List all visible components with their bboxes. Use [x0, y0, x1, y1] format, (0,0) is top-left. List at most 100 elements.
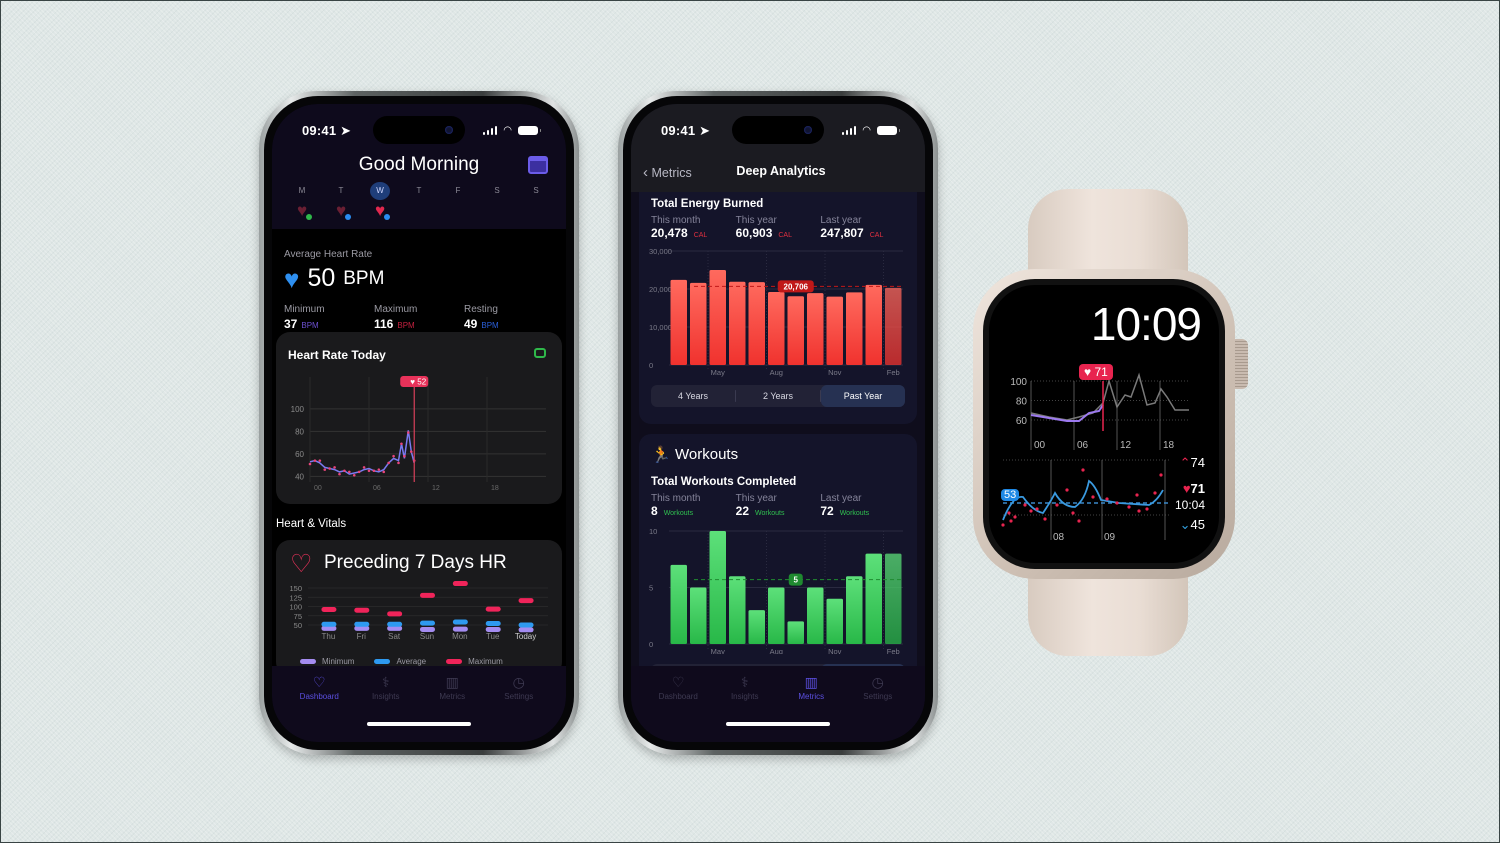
- x-tick-label: Nov: [828, 368, 842, 377]
- signal-icon: [841, 126, 857, 135]
- bar: [709, 531, 726, 644]
- bar: [670, 564, 687, 644]
- home-indicator[interactable]: [367, 722, 471, 726]
- hr-point: [323, 468, 327, 471]
- bar-chart-icon: ▥: [445, 674, 459, 690]
- tab-dashboard[interactable]: ♡ Dashboard: [648, 674, 708, 742]
- watch-hr-badge: ♥ 71: [1079, 364, 1113, 380]
- y-tick-label: 30,000: [649, 247, 672, 256]
- bar: [787, 621, 804, 644]
- battery-icon: [877, 126, 900, 135]
- watch-low: ⌄45: [1179, 517, 1205, 532]
- stat-label: Minimum: [284, 304, 325, 315]
- hr-point: [333, 466, 336, 469]
- hr-point: [372, 469, 376, 473]
- tab-settings[interactable]: ◷ Settings: [848, 674, 908, 742]
- hr-point: [1043, 517, 1047, 521]
- segment-4-years[interactable]: 4 Years: [651, 385, 735, 407]
- stat-minimum: Minimum 37 BPM: [284, 304, 374, 331]
- hr-point: [1115, 501, 1119, 505]
- tab-dashboard[interactable]: ♡ Dashboard: [289, 674, 349, 742]
- preceding-days-card[interactable]: ♡ Preceding 7 Days HR 50 75 100 125 150 Thu Fr…: [276, 540, 562, 676]
- tab-metrics[interactable]: ▥ Metrics: [422, 674, 482, 742]
- x-tick-label: 12: [432, 485, 440, 492]
- hr-point: [1145, 507, 1149, 511]
- day-label: T: [338, 186, 344, 195]
- x-tick-label: May: [711, 647, 725, 654]
- battery-icon: [518, 126, 541, 135]
- y-tick-label: 5: [649, 584, 653, 593]
- hr-today-card[interactable]: Heart Rate Today 100 80 60 40 00 06 12 18 ♥ 52: [276, 332, 562, 504]
- dynamic-island: [732, 116, 824, 144]
- tab-label: Dashboard: [658, 692, 698, 701]
- hr-point: [328, 467, 331, 470]
- bar-average: [321, 621, 337, 627]
- avg-hr-value: ♥ 50 BPM: [284, 263, 385, 294]
- day-6[interactable]: S: [526, 182, 546, 219]
- hr-point: [1105, 497, 1109, 501]
- heart-icon: ♥: [284, 263, 300, 294]
- day-0[interactable]: M ♥: [292, 182, 312, 220]
- heart-icon: ♥: [1084, 365, 1092, 379]
- tab-insights[interactable]: ⚕ Insights: [715, 674, 775, 742]
- heart-icon: ♥: [332, 202, 351, 220]
- location-arrow-icon: ➤: [699, 123, 711, 138]
- day-label: S: [494, 186, 500, 195]
- bar-minimum: [452, 626, 468, 632]
- segment-2-years[interactable]: 2 Years: [736, 385, 820, 407]
- tab-insights[interactable]: ⚕ Insights: [356, 674, 416, 742]
- home-indicator[interactable]: [726, 722, 830, 726]
- day-2[interactable]: W ♥: [370, 182, 390, 220]
- stat-value: 116 BPM: [374, 317, 415, 331]
- status-dot: [306, 214, 312, 220]
- legend-item-maximum: Maximum: [446, 657, 503, 666]
- hr-point: [313, 459, 317, 462]
- hr-point: [400, 442, 403, 446]
- hr-point: [1081, 468, 1085, 472]
- hr-point: [1065, 488, 1069, 492]
- hr-point: [397, 461, 400, 465]
- y-tick-label: 100: [291, 405, 305, 414]
- bar: [865, 284, 882, 365]
- day-1[interactable]: T ♥: [331, 182, 351, 220]
- day-5[interactable]: S: [487, 182, 507, 219]
- hr-line-gray: [1030, 372, 1189, 421]
- bar: [826, 296, 843, 365]
- bar: [807, 293, 824, 365]
- day-4[interactable]: F: [448, 182, 468, 219]
- hr-point: [338, 472, 341, 476]
- y-tick-label: 150: [289, 584, 302, 593]
- x-tick-label: 09: [1104, 532, 1116, 543]
- tab-metrics[interactable]: ▥ Metrics: [781, 674, 841, 742]
- hr-point: [362, 466, 366, 469]
- day-3[interactable]: T: [409, 182, 429, 219]
- hr-point: [409, 450, 413, 453]
- calendar-icon[interactable]: [528, 156, 548, 174]
- hr-point: [1135, 493, 1139, 497]
- tab-bar: ♡ Dashboard ⚕ Insights ▥ Metrics ◷ Settings: [631, 666, 925, 742]
- status-time: 09:41 ➤: [302, 123, 352, 138]
- hr-point: [382, 470, 386, 474]
- bar: [846, 576, 863, 644]
- tab-settings[interactable]: ◷ Settings: [489, 674, 549, 742]
- chevron-down-icon: ⌄: [1179, 517, 1191, 532]
- hr-point: [1055, 503, 1059, 507]
- bar-maximum: [518, 598, 534, 604]
- day-label: S: [533, 186, 539, 195]
- segment-past-year[interactable]: Past Year: [821, 385, 905, 407]
- section-heart-vitals: Heart & Vitals: [276, 518, 347, 530]
- x-tick-label: 00: [1034, 440, 1046, 451]
- stat-label: Maximum: [374, 304, 418, 315]
- bar: [729, 576, 746, 644]
- hr-line-today: [1030, 404, 1104, 422]
- legend-label: Maximum: [468, 657, 503, 666]
- heart-icon: ♡: [671, 674, 685, 690]
- hr-point: [1127, 505, 1131, 509]
- hr-point: [1035, 507, 1039, 511]
- x-tick-label: Tue: [486, 632, 500, 641]
- tab-label: Settings: [863, 692, 893, 701]
- y-tick-label: 75: [294, 612, 302, 621]
- tab-bar: ♡ Dashboard ⚕ Insights ▥ Metrics ◷ Settings: [272, 666, 566, 742]
- hr-point: [1077, 519, 1081, 523]
- chevron-up-icon: ⌃: [1179, 455, 1191, 470]
